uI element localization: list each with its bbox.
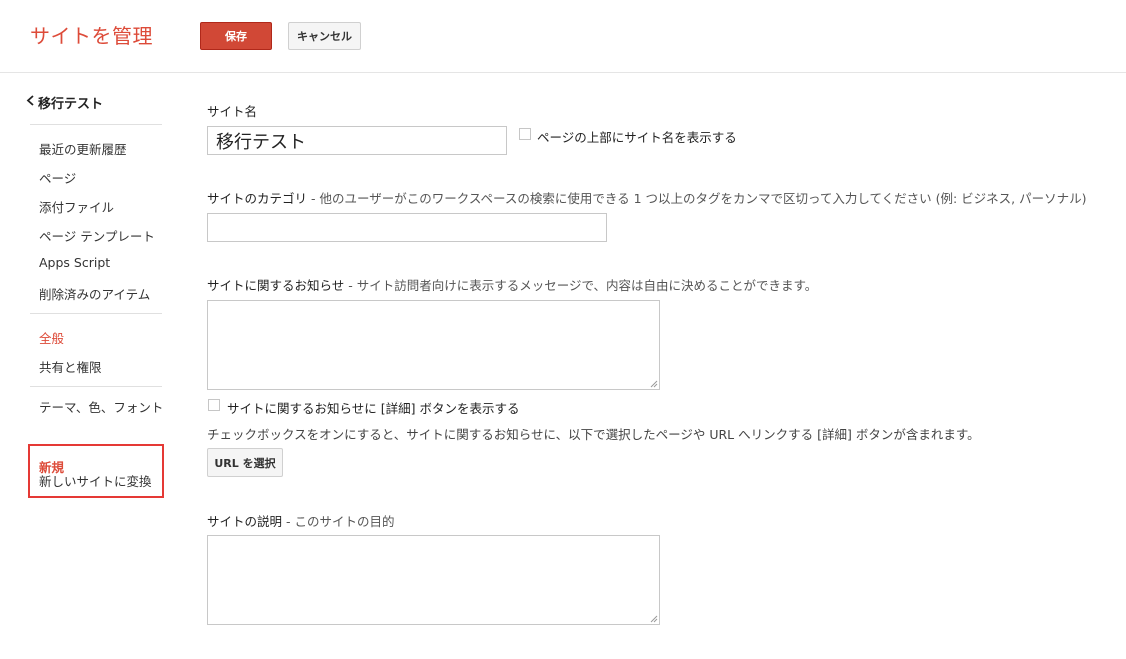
site-notice-textarea[interactable] (207, 300, 660, 390)
site-description-title: サイトの説明 (207, 514, 283, 529)
site-category-label: サイトのカテゴリ - 他のユーザーがこのワークスペースの検索に使用できる 1 つ… (207, 188, 1086, 207)
detail-button-note: チェックボックスをオンにすると、サイトに関するお知らせに、以下で選択したページや… (207, 427, 980, 442)
site-description-subtitle: - このサイトの目的 (282, 514, 395, 529)
save-button[interactable]: 保存 (200, 22, 272, 50)
sidebar-item-themes[interactable]: テーマ、色、フォント (39, 401, 164, 415)
site-description-label: サイトの説明 - このサイトの目的 (207, 511, 394, 530)
select-url-button[interactable]: URL を選択 (207, 448, 283, 477)
show-site-name-checkbox[interactable] (519, 128, 531, 140)
sidebar-divider (30, 386, 162, 387)
show-detail-button-label: サイトに関するお知らせに [詳細] ボタンを表示する (227, 401, 520, 416)
cancel-button[interactable]: キャンセル (288, 22, 361, 50)
resize-handle-icon[interactable] (650, 615, 658, 623)
sidebar-divider (30, 313, 162, 314)
sidebar-item-recent-activity[interactable]: 最近の更新履歴 (39, 139, 127, 158)
site-notice-label: サイトに関するお知らせ - サイト訪問者向けに表示するメッセージで、内容は自由に… (207, 275, 817, 294)
header-bar: サイトを管理 保存 キャンセル (0, 0, 1126, 73)
site-description-textarea[interactable] (207, 535, 660, 625)
show-detail-button-checkbox[interactable] (208, 399, 220, 411)
sidebar-item-deleted-items[interactable]: 削除済みのアイテム (39, 284, 150, 303)
site-category-title: サイトのカテゴリ (207, 191, 308, 206)
sidebar-divider (30, 124, 162, 125)
site-category-description: - 他のユーザーがこのワークスペースの検索に使用できる 1 つ以上のタグをカンマ… (307, 191, 1087, 206)
site-notice-title: サイトに関するお知らせ (207, 278, 345, 293)
site-name-label: サイト名 (207, 104, 258, 119)
sidebar-item-page-templates[interactable]: ページ テンプレート (39, 226, 155, 245)
convert-to-new-site-link[interactable]: 新しいサイトに変換 (39, 471, 152, 490)
sidebar-item-sharing[interactable]: 共有と権限 (39, 357, 102, 376)
sidebar-item-general[interactable]: 全般 (39, 328, 64, 347)
show-site-name-label: ページの上部にサイト名を表示する (537, 130, 737, 145)
site-notice-description: - サイト訪問者向けに表示するメッセージで、内容は自由に決めることができます。 (344, 278, 818, 293)
sidebar-item-pages[interactable]: ページ (39, 168, 76, 187)
chevron-left-icon (26, 95, 38, 110)
sidebar-item-attachments[interactable]: 添付ファイル (39, 197, 114, 216)
site-category-input[interactable] (207, 213, 607, 242)
back-link-label: 移行テスト (38, 97, 104, 112)
resize-handle-icon[interactable] (650, 380, 658, 388)
page-title: サイトを管理 (30, 24, 153, 48)
back-to-site-link[interactable]: 移行テスト (26, 93, 103, 112)
site-name-input[interactable] (207, 126, 507, 155)
sidebar-item-apps-script[interactable]: Apps Script (39, 255, 110, 270)
